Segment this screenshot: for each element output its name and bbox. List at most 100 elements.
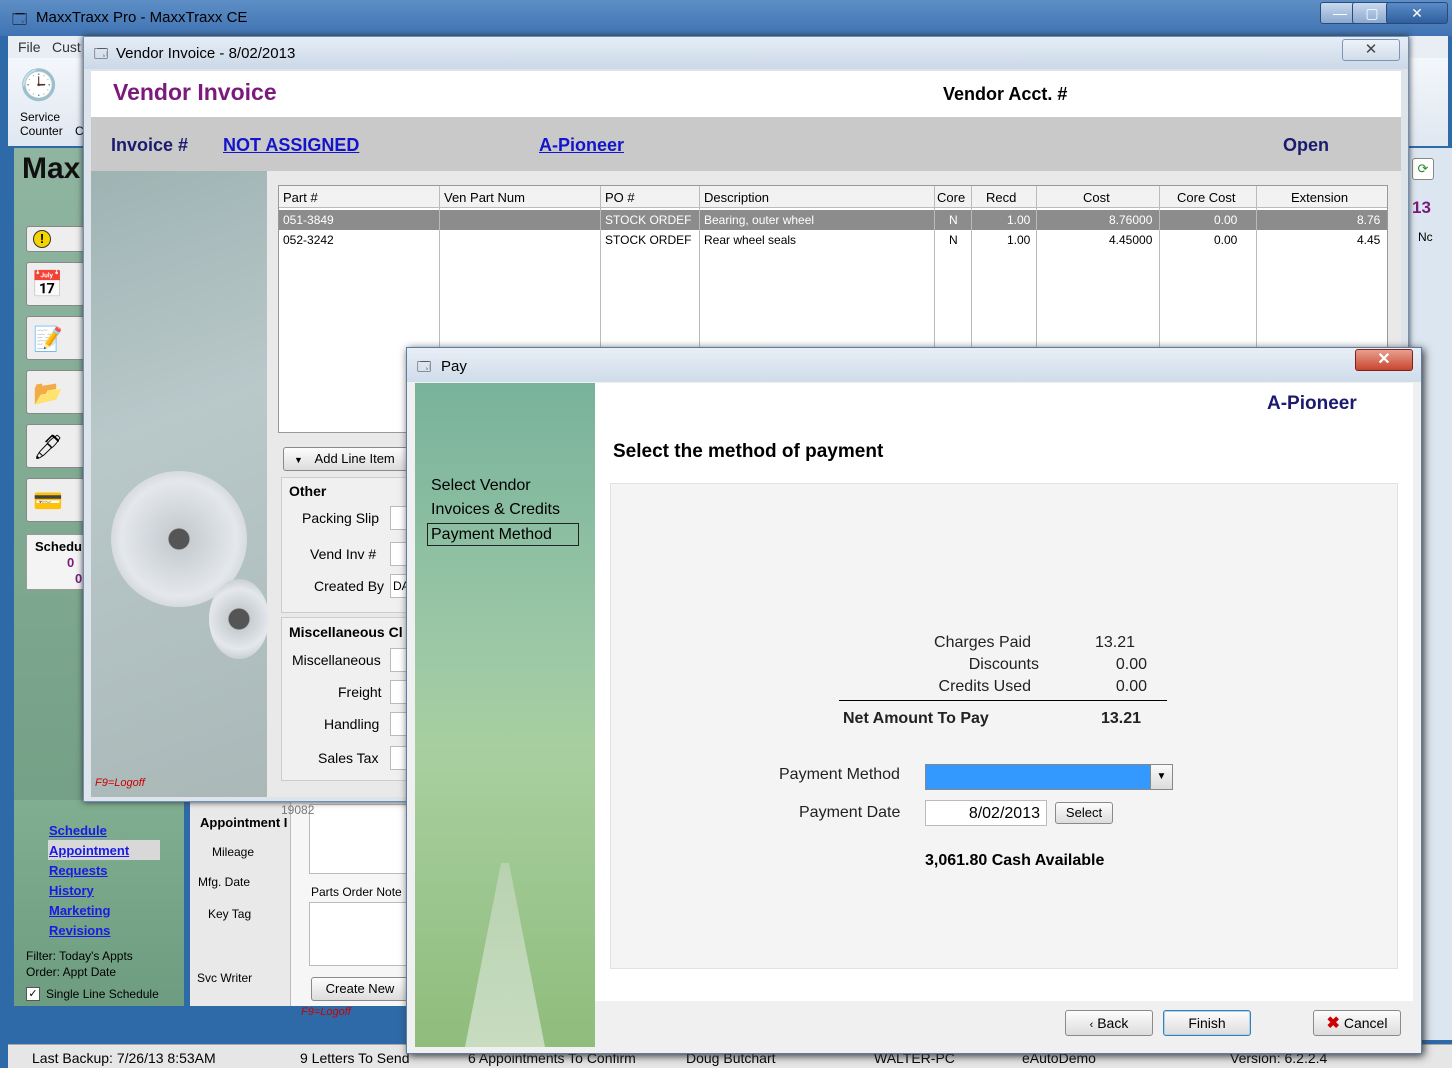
nav-revisions[interactable]: Revisions — [49, 923, 110, 938]
col-recd[interactable]: Recd — [986, 190, 1016, 205]
pay-close-button[interactable]: ✕ — [1355, 349, 1413, 371]
appointment-calendar-button[interactable]: 💳 — [26, 478, 86, 522]
cancel-label: Cancel — [1343, 1015, 1388, 1031]
select-date-button[interactable]: Select — [1055, 802, 1113, 824]
finish-button[interactable]: Finish — [1163, 1010, 1251, 1036]
vi-f9-logoff-hint: F9=Logoff — [95, 777, 145, 789]
cancel-button[interactable]: ✖ Cancel — [1313, 1010, 1401, 1036]
chevron-down-icon[interactable]: ▼ — [1150, 765, 1172, 789]
calendar-icon: 📅 — [31, 269, 64, 299]
other-group: Other Packing Slip Vend Inv # Created By… — [281, 477, 412, 613]
step-payment-method: Payment Method — [431, 526, 552, 543]
vendor-acct-label: Vendor Acct. # — [943, 84, 1068, 104]
invoice-number-label: Invoice # — [111, 135, 189, 155]
filter-text: Filter: Today's Appts — [26, 949, 133, 963]
window-icon: 🗔 — [417, 359, 432, 374]
service-counter-button[interactable]: 🕒 — [20, 68, 60, 106]
main-close-button[interactable]: ✕ — [1386, 2, 1448, 24]
main-title-bar: 🗔 MaxxTraxx Pro - MaxxTraxx CE — ▢ ✕ — [0, 0, 1452, 36]
invoice-number-link[interactable]: NOT ASSIGNED — [223, 135, 359, 156]
clock-calendar-icon: 🕒 — [20, 69, 58, 102]
invoice-info-band: Invoice # NOT ASSIGNED A-Pioneer Open — [91, 117, 1401, 171]
nav-schedule[interactable]: Schedule — [49, 823, 107, 838]
vendor-invoice-heading: Vendor Invoice — [113, 79, 277, 105]
single-line-checkbox[interactable]: ✓ — [26, 987, 40, 1001]
vendor-invoice-close-button[interactable]: ✕ — [1342, 39, 1400, 61]
cell-part: 052-3242 — [283, 233, 334, 247]
schedule-box-label: Schedu — [35, 539, 82, 554]
cell-extension: 4.45 — [1357, 233, 1381, 247]
charges-paid-label: Charges Paid — [934, 634, 1031, 651]
cell-recd: 1.00 — [1007, 213, 1031, 227]
cell-core-cost: 0.00 — [1214, 233, 1238, 247]
nav-requests[interactable]: Requests — [49, 863, 108, 878]
pay-title: Pay — [441, 358, 467, 375]
write-estimate-button[interactable]: 🖊 — [26, 424, 86, 468]
col-part[interactable]: Part # — [283, 190, 318, 205]
vendor-name-link[interactable]: A-Pioneer — [539, 135, 624, 156]
parts-order-notes-box[interactable] — [309, 902, 409, 966]
menu-file[interactable]: File — [18, 39, 41, 55]
freight-label: Freight — [338, 684, 382, 700]
cell-core: N — [949, 213, 958, 227]
pay-vendor-name: A-Pioneer — [1267, 393, 1357, 414]
net-amount-label: Net Amount To Pay — [843, 710, 989, 727]
credits-used-label: Credits Used — [938, 678, 1031, 695]
vendor-invoice-title-bar: 🗔 Vendor Invoice - 8/02/2013 ✕ — [84, 37, 1408, 69]
create-new-button[interactable]: Create New — [311, 977, 409, 1001]
payment-summary-panel: Charges Paid 13.21 Discounts 0.00 Credit… — [610, 483, 1398, 969]
mfg-date-label: Mfg. Date — [198, 875, 251, 889]
status-letters: 9 Letters To Send — [300, 1050, 410, 1066]
table-row[interactable]: 052-3242 STOCK ORDEF Rear wheel seals N … — [279, 230, 1387, 250]
vendor-invoice-window-title: Vendor Invoice - 8/02/2013 — [116, 45, 296, 62]
col-cost[interactable]: Cost — [1083, 190, 1110, 205]
step-select-vendor: Select Vendor — [431, 477, 531, 494]
vend-inv-label: Vend Inv # — [310, 546, 377, 562]
col-description[interactable]: Description — [704, 190, 769, 205]
payment-method-select[interactable]: ▼ — [925, 764, 1173, 790]
refresh-icon[interactable]: ⟳ — [1412, 158, 1434, 180]
edit-ro-button[interactable]: 📂 — [26, 370, 86, 414]
col-extension[interactable]: Extension — [1291, 190, 1348, 205]
road-icon — [465, 863, 545, 1047]
cell-po: STOCK ORDEF — [605, 233, 692, 247]
app-icon: 🗔 — [12, 11, 28, 27]
make-appointment-button[interactable]: 📅 — [26, 262, 86, 306]
pay-dialog: 🗔 Pay ✕ Select Vendor Invoices & Credits… — [406, 347, 1422, 1054]
service-counter-label: Service Counter — [20, 110, 63, 138]
nav-appointment[interactable]: Appointment — [49, 843, 129, 858]
col-core[interactable]: Core — [937, 190, 965, 205]
step-payment-method-highlight: Payment Method — [427, 523, 579, 546]
cell-po: STOCK ORDEF — [605, 213, 692, 227]
appointment-notes-box[interactable] — [309, 804, 409, 874]
menu-customer[interactable]: Cust — [52, 39, 81, 55]
pen-paper-icon: 🖊 — [33, 434, 64, 461]
invoice-id: 19082 — [281, 803, 315, 817]
payment-date-input[interactable]: 8/02/2013 — [925, 800, 1047, 826]
maxx-logo: Max — [22, 152, 81, 185]
back-label: Back — [1097, 1015, 1129, 1031]
svc-writer-label: Svc Writer — [197, 971, 253, 985]
back-button[interactable]: ‹ Back — [1065, 1010, 1153, 1036]
col-ven-part[interactable]: Ven Part Num — [444, 190, 525, 205]
cell-core-cost: 0.00 — [1214, 213, 1238, 227]
dropdown-arrow-icon: ▼ — [294, 455, 303, 465]
grid-header: Part # Ven Part Num PO # Description Cor… — [279, 186, 1387, 208]
schedule-count-1: 0 — [67, 555, 75, 570]
sales-tax-label: Sales Tax — [318, 750, 379, 766]
appointment-detail-panel: Appointment I Mileage Mfg. Date Key Tag … — [190, 800, 410, 1018]
wizard-steps-panel: Select Vendor Invoices & Credits Payment… — [415, 383, 595, 1047]
nav-marketing[interactable]: Marketing — [49, 903, 110, 918]
parts-order-notes-label: Parts Order Note — [311, 885, 402, 899]
table-row[interactable]: 051-3849 STOCK ORDEF Bearing, outer whee… — [279, 210, 1387, 230]
col-po[interactable]: PO # — [605, 190, 635, 205]
col-core-cost[interactable]: Core Cost — [1177, 190, 1236, 205]
step-invoices-credits: Invoices & Credits — [431, 501, 560, 518]
notes-column: Parts Order Note Create New F9=Logoff — [290, 800, 409, 1018]
write-ro-button[interactable]: 📝 — [26, 316, 86, 360]
f9-logoff-hint: F9=Logoff — [301, 1006, 351, 1018]
add-line-item-button[interactable]: ▼ Add Line Item — [283, 447, 409, 471]
right-count: 13 — [1412, 198, 1431, 217]
alert-button[interactable]: ! — [26, 226, 86, 252]
nav-history[interactable]: History — [49, 883, 94, 898]
